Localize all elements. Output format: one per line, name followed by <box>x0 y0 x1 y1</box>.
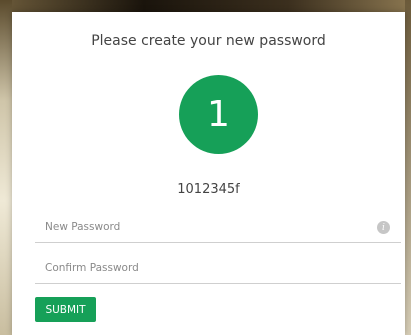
background-left <box>0 0 12 335</box>
avatar-initial: 1 <box>207 93 230 135</box>
background-right <box>405 0 411 335</box>
submit-button[interactable]: SUBMIT <box>35 297 96 322</box>
new-password-input[interactable] <box>35 214 375 240</box>
info-icon[interactable]: i <box>377 221 390 234</box>
avatar: 1 <box>179 75 258 154</box>
user-id: 1012345f <box>177 182 240 197</box>
new-password-field-wrapper: i <box>35 214 401 243</box>
background-top <box>0 0 411 12</box>
confirm-password-field-wrapper <box>35 255 401 284</box>
page-title: Please create your new password <box>91 33 326 49</box>
password-card: Please create your new password 1 101234… <box>12 12 405 335</box>
confirm-password-input[interactable] <box>35 255 375 281</box>
